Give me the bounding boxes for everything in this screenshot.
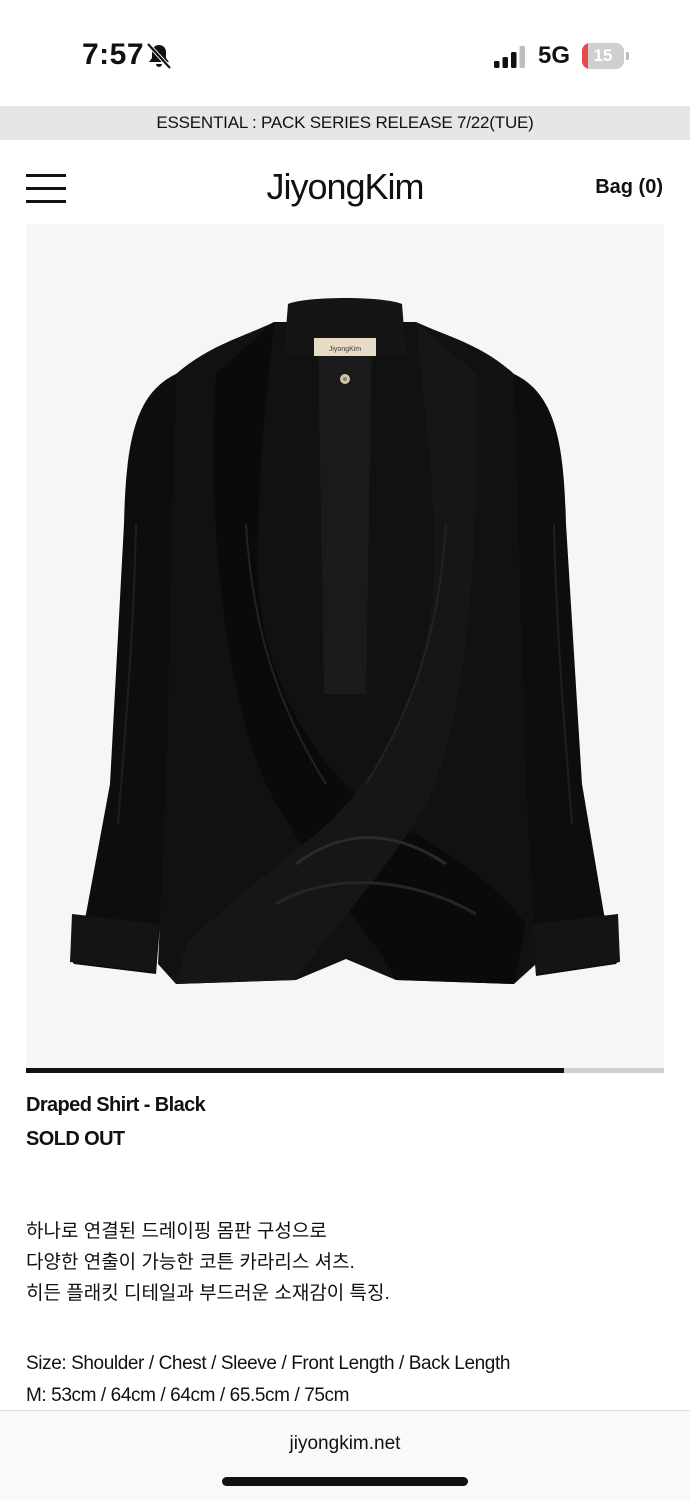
- size-header: Size: Shoulder / Chest / Sleeve / Front …: [26, 1353, 511, 1374]
- battery-icon: 15: [582, 43, 629, 69]
- announcement-banner[interactable]: ESSENTIAL : PACK SERIES RELEASE 7/22(TUE…: [0, 106, 690, 140]
- product-gallery[interactable]: JiyongKim: [26, 224, 664, 1068]
- product-image: JiyongKim: [26, 224, 664, 1068]
- gallery-progress-bar: [26, 1068, 565, 1073]
- hamburger-menu-icon[interactable]: [26, 174, 66, 204]
- status-time: 7:57: [82, 38, 145, 71]
- bell-slash-icon: [146, 42, 172, 70]
- product-description: 하나로 연결된 드레이핑 몸판 구성으로 다양한 연출이 가능한 코튼 카라리스…: [26, 1216, 666, 1309]
- product-name: Draped Shirt - Black: [26, 1094, 206, 1116]
- description-line: 히든 플래킷 디테일과 부드러운 소재감이 특징.: [26, 1283, 390, 1304]
- bag-link[interactable]: Bag (0): [595, 176, 663, 199]
- site-logo[interactable]: JiyongKim: [0, 166, 690, 208]
- description-line: 다양한 연출이 가능한 코튼 카라리스 셔츠.: [26, 1252, 355, 1273]
- url-text[interactable]: jiyongkim.net: [0, 1433, 690, 1455]
- garment-label-text: JiyongKim: [329, 346, 361, 353]
- battery-level: 15: [593, 46, 613, 65]
- stock-status: SOLD OUT: [26, 1128, 125, 1150]
- home-indicator[interactable]: [222, 1477, 468, 1486]
- gallery-progress-track[interactable]: [26, 1068, 664, 1073]
- description-line: 하나로 연결된 드레이핑 몸판 구성으로: [26, 1221, 327, 1242]
- status-bar: 7:57 5G 15: [0, 0, 690, 106]
- browser-url-bar: jiyongkim.net: [0, 1410, 690, 1500]
- site-header: JiyongKim Bag (0): [0, 140, 690, 224]
- size-info: Size: Shoulder / Chest / Sleeve / Front …: [26, 1348, 666, 1412]
- network-label: 5G: [538, 42, 571, 69]
- signal-icon: [494, 46, 525, 68]
- size-values: M: 53cm / 64cm / 64cm / 65.5cm / 75cm: [26, 1385, 350, 1406]
